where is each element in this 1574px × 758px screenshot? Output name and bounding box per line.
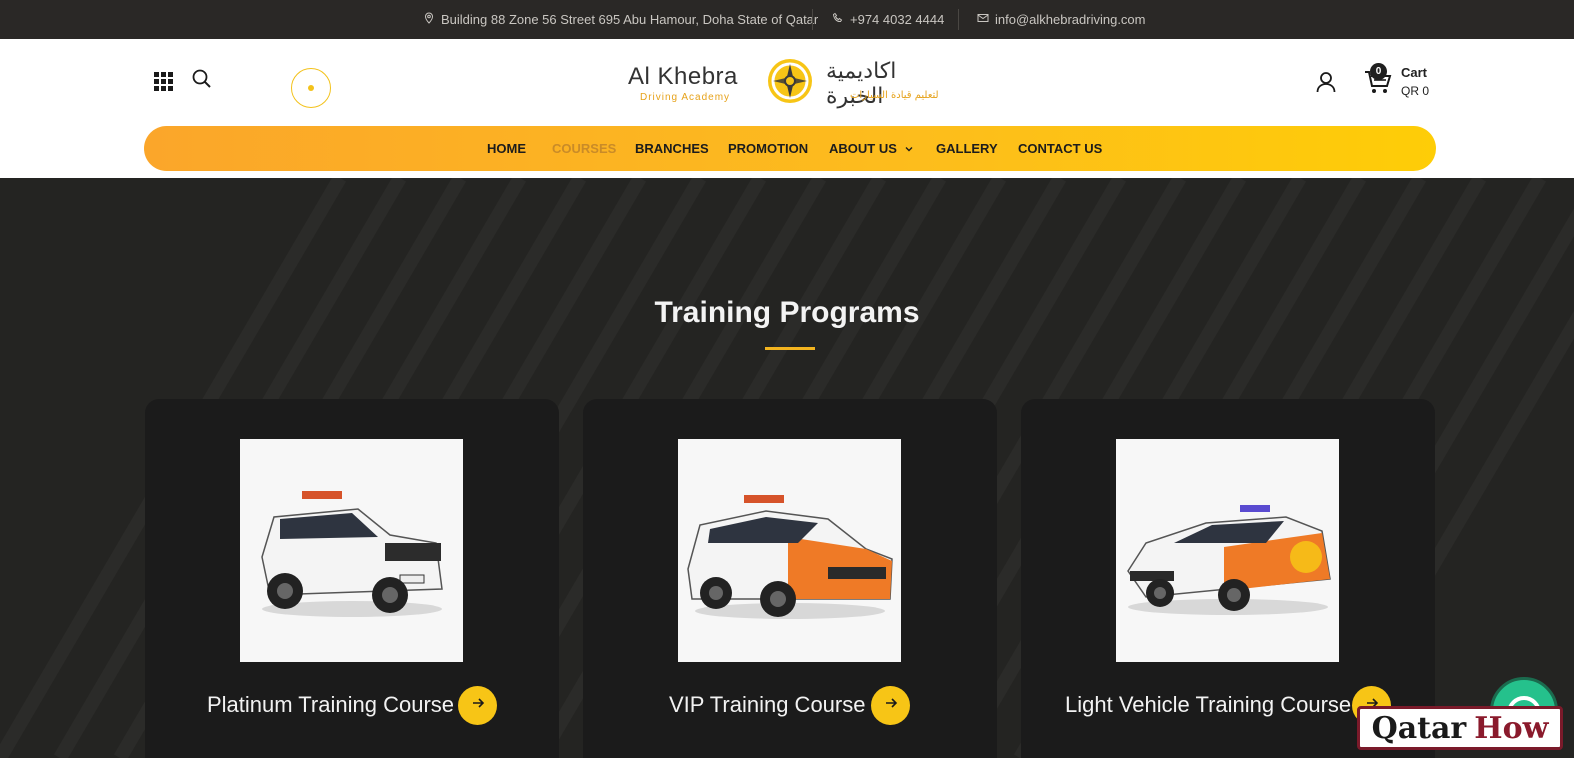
address-text: Building 88 Zone 56 Street 695 Abu Hamou… (441, 12, 819, 27)
vehicle-image[interactable] (678, 439, 901, 662)
user-account-icon[interactable] (1316, 71, 1336, 93)
nav-about-us[interactable]: ABOUT US (829, 126, 913, 171)
section-title: Training Programs (654, 296, 920, 329)
envelope-icon (977, 12, 989, 27)
email-text[interactable]: info@alkhebradriving.com (995, 12, 1146, 27)
card-arrow-button[interactable] (458, 686, 497, 725)
vehicle-image[interactable] (240, 439, 463, 662)
watermark-word-2: How (1474, 710, 1549, 746)
vehicle-image[interactable] (1116, 439, 1339, 662)
cart-amount: QR 0 (1401, 84, 1430, 98)
watermark-word-1: Qatar (1371, 710, 1467, 746)
course-card-vip[interactable]: VIP Training Course (583, 399, 997, 758)
logo-english-name: Al Khebra (628, 63, 738, 90)
training-programs-section: Training Programs Platinum Training Cour… (0, 178, 1574, 758)
card-title[interactable]: VIP Training Course (669, 692, 865, 718)
nav-courses[interactable]: COURSES (552, 126, 616, 171)
chevron-down-icon (905, 141, 913, 156)
arrow-right-icon (471, 696, 485, 715)
nav-promotion[interactable]: PROMOTION (728, 126, 808, 171)
logo-emblem-icon (766, 57, 814, 105)
logo-arabic-tagline: لتعليم قيادة السيارات (850, 90, 939, 101)
location-pin-icon (423, 12, 435, 27)
title-underline (765, 347, 815, 350)
nav-home[interactable]: HOME (487, 126, 526, 171)
watermark-logo: Qatar How (1357, 706, 1563, 750)
logo-arabic-name: اكاديمية الخبرة (826, 59, 897, 109)
site-logo[interactable]: Al Khebra Driving Academy اكاديمية الخبر… (628, 57, 952, 109)
grid-menu-icon[interactable] (154, 72, 173, 91)
cart-label[interactable]: Cart (1401, 65, 1427, 80)
address-item: Building 88 Zone 56 Street 695 Abu Hamou… (423, 0, 818, 39)
email-item[interactable]: info@alkhebradriving.com (977, 0, 1146, 39)
logo-english-tagline: Driving Academy (640, 92, 731, 103)
phone-icon (832, 12, 844, 27)
top-info-bar: Building 88 Zone 56 Street 695 Abu Hamou… (0, 0, 1574, 39)
main-navigation: HOME COURSES BRANCHES PROMOTION ABOUT US… (144, 126, 1436, 171)
nav-gallery[interactable]: GALLERY (936, 126, 998, 171)
card-title[interactable]: Platinum Training Course (207, 692, 454, 718)
search-icon[interactable] (192, 69, 212, 89)
card-arrow-button[interactable] (871, 686, 910, 725)
course-card-platinum[interactable]: Platinum Training Course (145, 399, 559, 758)
phone-item[interactable]: +974 4032 4444 (832, 0, 944, 39)
divider (812, 9, 813, 30)
divider (958, 9, 959, 30)
card-title[interactable]: Light Vehicle Training Course (1065, 692, 1351, 718)
cart-count-badge: 0 (1370, 63, 1387, 80)
loading-circle (291, 68, 331, 108)
arrow-right-icon (884, 696, 898, 715)
course-card-light-vehicle[interactable]: Light Vehicle Training Course (1021, 399, 1435, 758)
phone-text[interactable]: +974 4032 4444 (850, 12, 944, 27)
nav-branches[interactable]: BRANCHES (635, 126, 709, 171)
nav-contact-us[interactable]: CONTACT US (1018, 126, 1102, 171)
